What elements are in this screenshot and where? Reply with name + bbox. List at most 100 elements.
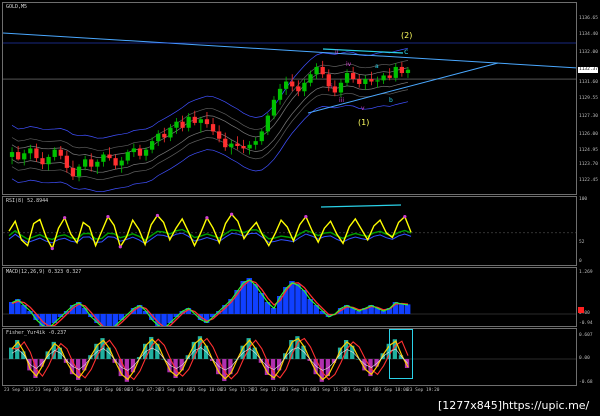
price-tick: 1124.95 <box>579 148 598 153</box>
candle-body <box>204 119 210 125</box>
candle-body <box>351 73 356 80</box>
candle-body <box>192 116 197 123</box>
macd-panel[interactable]: MACD(12,26,9) 0.323 0.327 <box>2 267 577 327</box>
candle-body <box>76 166 82 177</box>
candle-body <box>302 82 307 92</box>
candle-body <box>52 149 57 157</box>
candle-body <box>223 138 228 148</box>
candle-body <box>107 154 112 159</box>
fisher-canvas[interactable] <box>3 329 577 386</box>
wave-label-b: b <box>389 97 393 104</box>
rsi-tick: 100 <box>579 197 588 202</box>
macd-value-tag <box>578 307 584 313</box>
candle-body <box>277 88 283 100</box>
time-tick-label: 23 Sep 14:00 <box>283 388 316 393</box>
fisher-scale: 0.607 0.00 -0.68 <box>578 328 600 386</box>
macd-tick: 1.269 <box>579 270 593 275</box>
candle-body <box>217 131 222 139</box>
candle-body <box>320 66 325 75</box>
candle-body <box>28 148 33 154</box>
macd-histogram-bar <box>39 314 45 326</box>
candle-body <box>332 86 337 93</box>
candle-body <box>70 167 76 177</box>
moving-average-band <box>11 81 409 173</box>
candle-body <box>113 158 118 166</box>
candle-body <box>58 149 63 156</box>
candle-body <box>162 133 167 138</box>
wave-label-iv: iv <box>346 61 352 68</box>
candle-body <box>174 121 179 128</box>
fisher-panel[interactable]: Fisher_Yur4ik -0.237 <box>2 328 577 386</box>
wave-label-v: v <box>361 105 365 112</box>
current-price-tag: 1132.37 <box>578 67 598 73</box>
fisher-highlight-box <box>389 329 413 379</box>
price-chart-panel[interactable]: GOLD,M5 (2) c ii iv a i iii v b (1) <box>2 2 577 195</box>
wave-label-big2: (2) <box>401 31 413 40</box>
rsi-extreme-dot <box>63 216 67 220</box>
time-tick-label: 23 Sep 15:20 <box>314 388 347 393</box>
time-tick-label: 23 Sep 06:00 <box>97 388 130 393</box>
rsi-extreme-dot <box>50 246 54 251</box>
candle-body <box>40 158 45 165</box>
rsi-extreme-dot <box>403 215 407 219</box>
price-chart-canvas[interactable] <box>3 3 577 195</box>
candle-body <box>253 141 258 145</box>
candle-body <box>229 143 234 148</box>
wave-label-ii: ii <box>335 49 339 56</box>
candle-body <box>125 152 130 161</box>
macd-main-line <box>11 279 409 326</box>
time-tick-label: 23 Sep 08:40 <box>159 388 192 393</box>
trend-line <box>3 32 576 69</box>
rsi-extreme-dot <box>155 213 160 218</box>
candle-body <box>375 80 380 82</box>
macd-histogram-bar <box>106 314 112 326</box>
wave-label-big1: (1) <box>358 118 370 127</box>
fisher-tick: 0.607 <box>579 333 593 338</box>
price-tick: 1123.70 <box>579 162 598 167</box>
candle-body <box>338 82 344 93</box>
candle-body <box>381 75 386 81</box>
candle-body <box>22 153 27 160</box>
candle-body <box>168 127 173 138</box>
candle-body <box>150 141 155 150</box>
candle-body <box>186 116 191 128</box>
rsi-scale: 100 52 0 <box>578 196 600 266</box>
moving-average-band <box>11 89 409 180</box>
candle-body <box>296 86 301 92</box>
rsi-canvas[interactable] <box>3 197 577 266</box>
price-tick: 1132.00 <box>579 50 598 55</box>
wave-label-a: a <box>375 63 379 70</box>
macd-canvas[interactable] <box>3 268 577 327</box>
candle-body <box>265 115 270 132</box>
price-tick: 1131.60 <box>579 80 598 85</box>
rsi-extreme-dot <box>205 216 209 220</box>
time-axis: 23 Sep 2015 23 Sep 02:50 23 Sep 04:40 23 Se… <box>2 387 577 397</box>
time-tick-label: 23 Sep 2015 <box>4 388 34 393</box>
time-tick-label: 23 Sep 10:00 <box>190 388 223 393</box>
time-tick-label: 23 Sep 19:20 <box>407 388 440 393</box>
candle-body <box>387 75 392 78</box>
candle-body <box>357 79 362 84</box>
rsi-panel[interactable]: RSI(8) 52.8944 <box>2 196 577 266</box>
fisher-histogram-bar <box>9 347 14 359</box>
candle-body <box>405 69 411 74</box>
candle-body <box>101 154 106 162</box>
wave-label-iii: iii <box>339 97 345 104</box>
fisher-tick: -0.68 <box>579 380 593 385</box>
candle-body <box>198 119 203 123</box>
candle-body <box>241 146 246 149</box>
candle-body <box>131 148 136 153</box>
macd-histogram-bar <box>246 278 253 314</box>
candle-body <box>247 144 252 149</box>
macd-tick: -0.94 <box>579 321 593 326</box>
price-tick: 1126.00 <box>579 132 598 137</box>
candle-body <box>393 66 398 78</box>
candle-body <box>137 148 143 156</box>
rsi-tick: 0 <box>579 259 582 264</box>
time-tick-label: 23 Sep 16:40 <box>345 388 378 393</box>
candle-body <box>95 161 100 167</box>
time-tick-label: 23 Sep 12:40 <box>252 388 285 393</box>
candle-body <box>143 149 149 156</box>
macd-scale: 1.269 0.00 -0.94 <box>578 267 600 327</box>
candle-body <box>9 152 15 157</box>
